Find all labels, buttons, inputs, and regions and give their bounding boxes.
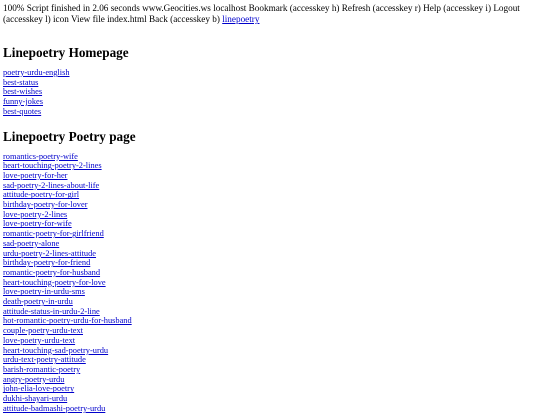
nav-link[interactable]: best-status — [3, 78, 38, 87]
nav-link[interactable]: romantics-poetry-wife — [3, 152, 78, 161]
list-item: sad-poetry-2-lines-about-life — [3, 181, 537, 191]
nav-link[interactable]: romantic-poetry-for-girlfriend — [3, 229, 104, 238]
nav-link[interactable]: attitude-status-in-urdu-2-line — [3, 307, 100, 316]
poetry-page-heading: Linepoetry Poetry page — [3, 128, 136, 144]
list-item: heart-touching-poetry-for-love — [3, 278, 537, 288]
nav-link[interactable]: death-poetry-in-urdu — [3, 297, 73, 306]
nav-link[interactable]: heart-touching-poetry-2-lines — [3, 161, 102, 170]
help-button[interactable]: Help (accesskey i) — [423, 3, 491, 13]
list-item: dukhi-shayari-urdu — [3, 394, 537, 404]
list-item: couple-poetry-urdu-text — [3, 326, 537, 336]
list-item: hot-romantic-poetry-urdu-for-husband — [3, 316, 537, 326]
nav-link[interactable]: romantic-poetry-for-husband — [3, 268, 100, 277]
site-name: www.Geocities.ws — [142, 3, 211, 13]
list-item: heart-touching-sad-poetry-urdu — [3, 346, 537, 356]
list-item: angry-poetry-urdu — [3, 375, 537, 385]
toolbar: 100% Script finished in 2.06 seconds www… — [3, 3, 537, 25]
nav-link[interactable]: poetry-urdu-english — [3, 68, 70, 77]
nav-link[interactable]: hot-romantic-poetry-urdu-for-husband — [3, 316, 132, 325]
list-item: poetry-urdu-english — [3, 68, 537, 78]
nav-link[interactable]: love-poetry-2-lines — [3, 210, 67, 219]
list-item: best-wishes — [3, 87, 537, 97]
list-item: birthday-poetry-for-lover — [3, 200, 537, 210]
list-item: best-quotes — [3, 107, 537, 117]
nav-link[interactable]: best-quotes — [3, 107, 41, 116]
list-item: romantic-poetry-for-girlfriend — [3, 229, 537, 239]
list-item: attitude-poetry-for-girl — [3, 190, 537, 200]
list-item: attitude-badmashi-poetry-urdu — [3, 404, 537, 414]
nav-link[interactable]: birthday-poetry-for-lover — [3, 200, 87, 209]
homepage-link-list: poetry-urdu-english best-status best-wishe… — [3, 68, 537, 117]
back-button[interactable]: Back (accesskey b) — [149, 14, 220, 24]
nav-link[interactable]: dukhi-shayari-urdu — [3, 394, 67, 403]
nav-link[interactable]: sad-poetry-2-lines-about-life — [3, 181, 99, 190]
list-item: love-poetry-urdu-text — [3, 336, 537, 346]
list-item: funny-jokes — [3, 97, 537, 107]
nav-link[interactable]: heart-touching-poetry-for-love — [3, 278, 106, 287]
homepage-heading: Linepoetry Homepage — [3, 45, 129, 60]
nav-link[interactable]: birthday-poetry-for-friend — [3, 258, 90, 267]
nav-link[interactable]: love-poetry-in-urdu-sms — [3, 287, 85, 296]
refresh-button[interactable]: Refresh (accesskey r) — [342, 3, 421, 13]
poetry-link-list: romantics-poetry-wife heart-touching-poet… — [3, 152, 537, 414]
page: 100% Script finished in 2.06 seconds www… — [0, 0, 540, 414]
list-item: love-poetry-2-lines — [3, 210, 537, 220]
nav-link[interactable]: couple-poetry-urdu-text — [3, 326, 83, 335]
script-status: 100% Script finished in 2.06 seconds — [3, 3, 140, 13]
nav-link[interactable]: funny-jokes — [3, 97, 43, 106]
nav-link[interactable]: angry-poetry-urdu — [3, 375, 64, 384]
nav-link[interactable]: heart-touching-sad-poetry-urdu — [3, 346, 108, 355]
nav-link[interactable]: attitude-poetry-for-girl — [3, 190, 79, 199]
nav-link[interactable]: best-wishes — [3, 87, 42, 96]
nav-link[interactable]: attitude-badmashi-poetry-urdu — [3, 404, 105, 413]
nav-link[interactable]: sad-poetry-alone — [3, 239, 59, 248]
host-name: localhost — [213, 3, 247, 13]
list-item: love-poetry-in-urdu-sms — [3, 287, 537, 297]
bookmark-button[interactable]: Bookmark (accesskey h) — [249, 3, 340, 13]
list-item: sad-poetry-alone — [3, 239, 537, 249]
nav-link[interactable]: john-elia-love-poetry — [3, 384, 74, 393]
nav-link[interactable]: barish-romantic-poetry — [3, 365, 80, 374]
view-file-button[interactable]: icon View file index.html — [53, 14, 147, 24]
nav-link[interactable]: love-poetry-for-wife — [3, 219, 72, 228]
list-item: heart-touching-poetry-2-lines — [3, 161, 537, 171]
list-item: best-status — [3, 78, 537, 88]
list-item: romantic-poetry-for-husband — [3, 268, 537, 278]
nav-link[interactable]: urdu-text-poetry-attitude — [3, 355, 86, 364]
list-item: barish-romantic-poetry — [3, 365, 537, 375]
nav-link[interactable]: urdu-poetry-2-lines-attitude — [3, 249, 96, 258]
list-item: john-elia-love-poetry — [3, 384, 537, 394]
nav-link[interactable]: love-poetry-for-her — [3, 171, 67, 180]
list-item: urdu-poetry-2-lines-attitude — [3, 249, 537, 259]
nav-link[interactable]: love-poetry-urdu-text — [3, 336, 75, 345]
list-item: urdu-text-poetry-attitude — [3, 355, 537, 365]
list-item: birthday-poetry-for-friend — [3, 258, 537, 268]
list-item: love-poetry-for-wife — [3, 219, 537, 229]
list-item: death-poetry-in-urdu — [3, 297, 537, 307]
list-item: love-poetry-for-her — [3, 171, 537, 181]
home-link[interactable]: linepoetry — [222, 14, 259, 24]
list-item: attitude-status-in-urdu-2-line — [3, 307, 537, 317]
list-item: romantics-poetry-wife — [3, 152, 537, 162]
